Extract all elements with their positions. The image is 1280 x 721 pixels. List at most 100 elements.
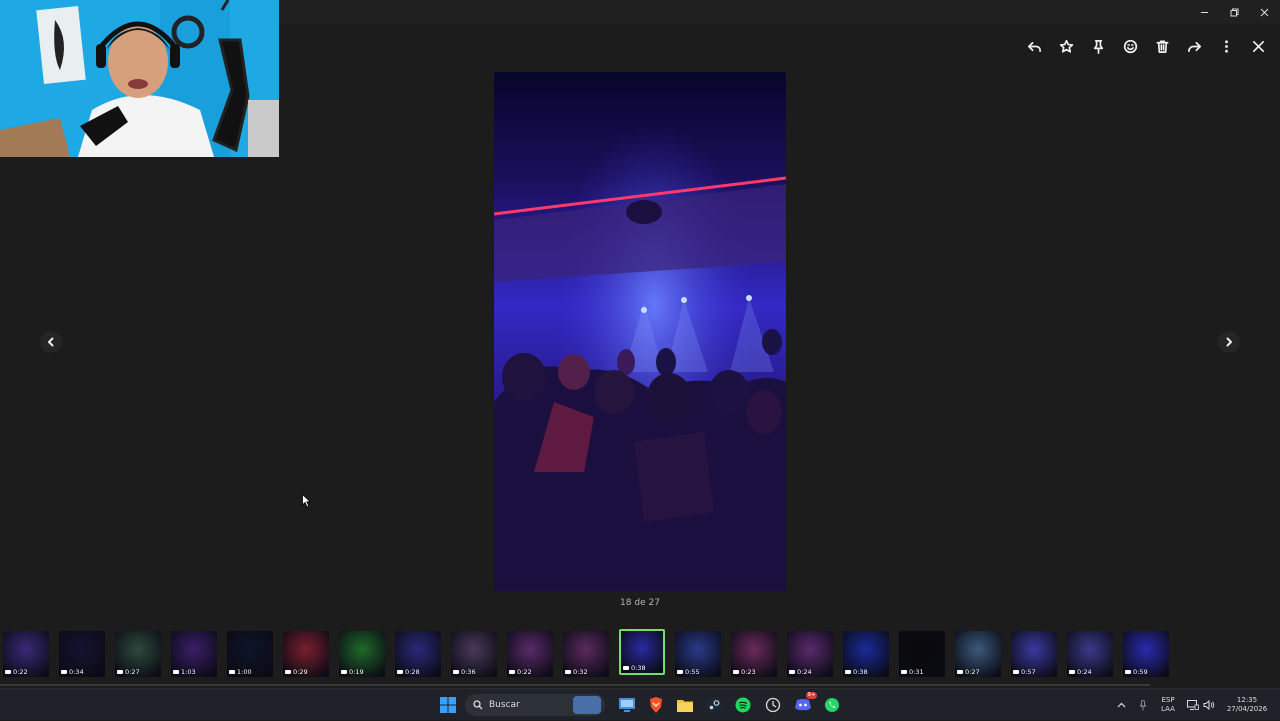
video-camera-icon — [623, 666, 629, 670]
tray-network[interactable] — [1185, 689, 1201, 721]
taskbar-app-explorer[interactable] — [675, 695, 695, 715]
thumbnail-strip: 0:22 0:34 0:27 1:03 1:00 0:29 0:19 0:28 0:36 0:22… — [0, 628, 1280, 680]
thumbnail[interactable]: 0:27 — [115, 631, 161, 677]
mouse-cursor-icon — [302, 494, 312, 508]
thumbnail-duration: 0:23 — [733, 668, 756, 676]
discord-badge: 9+ — [805, 692, 817, 699]
thumbnail[interactable]: 0:19 — [339, 631, 385, 677]
chevron-left-icon — [48, 337, 54, 347]
keyboard-layout: LAA — [1161, 705, 1175, 713]
start-button[interactable] — [438, 695, 458, 715]
thumbnail-duration: 0:27 — [117, 668, 140, 676]
viewer-toolbar — [1022, 34, 1270, 58]
next-button[interactable] — [1218, 331, 1240, 353]
thumbnail-duration: 0:38 — [845, 668, 868, 676]
thumbnail[interactable]: 0:28 — [395, 631, 441, 677]
thumbnail[interactable]: 0:34 — [59, 631, 105, 677]
minimize-button[interactable] — [1188, 0, 1220, 24]
restore-button[interactable] — [1218, 0, 1250, 24]
video-camera-icon — [117, 670, 123, 674]
duration-label: 0:34 — [69, 668, 84, 676]
tray-overflow-button[interactable] — [1112, 689, 1130, 721]
thumbnail-duration: 1:00 — [229, 668, 252, 676]
duration-label: 0:19 — [349, 668, 364, 676]
thumbnail[interactable]: 0:31 — [899, 631, 945, 677]
language-indicator[interactable]: ESP LAA — [1154, 689, 1182, 721]
media-counter: 18 de 27 — [620, 598, 660, 608]
duration-label: 0:38 — [853, 668, 868, 676]
video-camera-icon — [5, 670, 11, 674]
taskbar-app-spotify[interactable] — [733, 695, 753, 715]
previous-button[interactable] — [40, 331, 62, 353]
folder-icon — [677, 700, 693, 712]
reply-button[interactable] — [1022, 34, 1046, 58]
duration-label: 1:00 — [237, 668, 252, 676]
tray-microphone[interactable] — [1134, 689, 1152, 721]
thumbnail[interactable]: 0:22 — [3, 631, 49, 677]
thumbnail-duration: 0:59 — [1125, 668, 1148, 676]
thumbnail[interactable]: 0:57 — [1011, 631, 1057, 677]
thumbnail[interactable]: 0:23 — [731, 631, 777, 677]
taskbar-app-steam[interactable] — [704, 695, 724, 715]
spotify-icon — [735, 697, 751, 713]
delete-button[interactable] — [1150, 34, 1174, 58]
thumbnail-duration: 0:22 — [5, 668, 28, 676]
search-placeholder: Buscar — [489, 700, 520, 710]
more-options-button[interactable] — [1214, 34, 1238, 58]
thumbnail[interactable]: 0:36 — [451, 631, 497, 677]
close-icon — [1252, 40, 1264, 52]
duration-label: 0:28 — [405, 668, 420, 676]
clock-date: 27/04/2026 — [1226, 705, 1268, 713]
taskbar-app-desktop[interactable] — [617, 695, 637, 715]
window-close-button[interactable] — [1248, 0, 1280, 24]
thumbnail-duration: 0:19 — [341, 668, 364, 676]
taskbar-app-whatsapp[interactable] — [822, 695, 842, 715]
thumbnail[interactable]: 0:32 — [563, 631, 609, 677]
duration-label: 0:38 — [631, 664, 646, 672]
close-viewer-button[interactable] — [1246, 34, 1270, 58]
taskbar-app-brave[interactable] — [646, 695, 666, 715]
thumbnail-duration: 0:24 — [1069, 668, 1092, 676]
thumbnail-duration: 0:57 — [1013, 668, 1036, 676]
duration-label: 1:03 — [181, 668, 196, 676]
thumbnail[interactable]: 1:00 — [227, 631, 273, 677]
video-camera-icon — [733, 670, 739, 674]
task-view-icon — [619, 698, 635, 712]
thumbnail[interactable]: 0:38 — [843, 631, 889, 677]
pin-button[interactable] — [1086, 34, 1110, 58]
duration-label: 0:23 — [741, 668, 756, 676]
thumbnail[interactable]: 0:29 — [283, 631, 329, 677]
webcam-overlay — [0, 0, 279, 157]
media-preview — [494, 72, 786, 591]
video-camera-icon — [453, 670, 459, 674]
taskbar-app-generic[interactable] — [763, 695, 783, 715]
taskbar-app-discord[interactable]: 9+ — [793, 692, 817, 715]
react-button[interactable] — [1118, 34, 1142, 58]
reply-icon — [1027, 41, 1041, 52]
thumbnail-selected[interactable]: 0:38 — [619, 629, 665, 675]
filmstrip-scrollbar[interactable] — [0, 684, 1150, 686]
brave-icon — [650, 697, 662, 713]
video-camera-icon — [285, 670, 291, 674]
thumbnail[interactable]: 0:59 — [1123, 631, 1169, 677]
forward-button[interactable] — [1182, 34, 1206, 58]
thumbnail-duration: 0:34 — [61, 668, 84, 676]
thumbnail[interactable]: 0:24 — [787, 631, 833, 677]
thumbnail[interactable]: 1:03 — [171, 631, 217, 677]
video-camera-icon — [845, 670, 851, 674]
video-camera-icon — [677, 670, 683, 674]
tray-volume[interactable] — [1201, 689, 1217, 721]
thumbnail[interactable]: 0:24 — [1067, 631, 1113, 677]
taskbar-search[interactable]: Buscar — [465, 694, 605, 716]
video-camera-icon — [1013, 670, 1019, 674]
duration-label: 0:32 — [573, 668, 588, 676]
chevron-right-icon — [1226, 337, 1232, 347]
thumbnail[interactable]: 0:22 — [507, 631, 553, 677]
webcam-image — [0, 0, 279, 157]
star-button[interactable] — [1054, 34, 1078, 58]
thumbnail[interactable]: 0:27 — [955, 631, 1001, 677]
thumbnail[interactable]: 0:55 — [675, 631, 721, 677]
clock[interactable]: 12:35 27/04/2026 — [1222, 689, 1272, 721]
forward-icon — [1187, 41, 1201, 52]
video-camera-icon — [1125, 670, 1131, 674]
